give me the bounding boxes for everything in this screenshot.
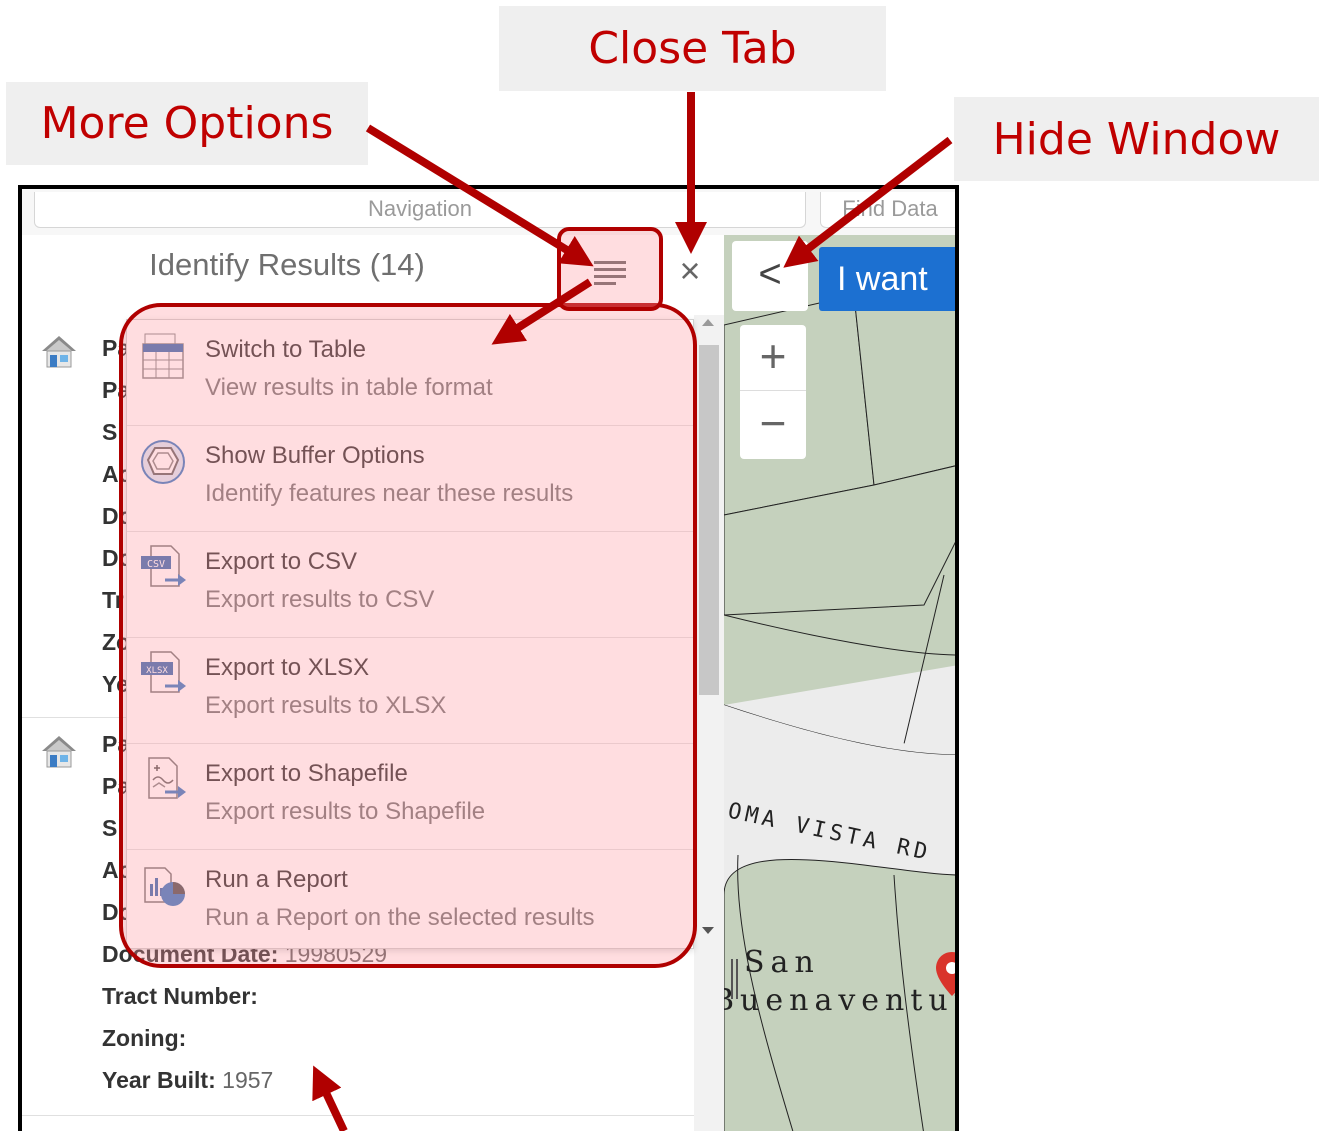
hide-window-button[interactable]: < <box>732 241 808 311</box>
year-built-field: Year Built: 1957 <box>102 1067 274 1093</box>
menu-lines-icon <box>594 261 626 285</box>
menu-item-title: Run a Report <box>205 866 348 893</box>
hide-window-callout: Hide Window <box>954 97 1319 181</box>
close-tab-callout: Close Tab <box>499 6 886 91</box>
csv-export-icon: CSV <box>141 545 186 587</box>
house-icon <box>42 336 76 368</box>
menu-item-show-buffer-options[interactable]: Show Buffer Options Identify features ne… <box>127 426 693 532</box>
callout-text: More Options <box>40 98 334 149</box>
report-icon <box>144 867 185 906</box>
navigation-tab[interactable]: Navigation <box>34 192 806 228</box>
callout-text: Close Tab <box>588 23 797 74</box>
field-label: Ye <box>102 671 129 697</box>
menu-item-run-report[interactable]: Run a Report Run a Report on the selecte… <box>127 850 693 956</box>
more-options-callout: More Options <box>6 82 368 165</box>
shapefile-export-icon <box>148 757 186 799</box>
panel-title: Identify Results (14) <box>149 247 425 282</box>
table-icon <box>142 333 184 379</box>
menu-item-description: Export results to Shapefile <box>205 798 486 825</box>
menu-item-title: Export to Shapefile <box>205 760 408 787</box>
zoning-field: Zoning: <box>102 1025 187 1051</box>
close-tab-button[interactable]: × <box>672 251 708 291</box>
place-label: Buenaventura <box>724 983 955 1018</box>
callout-text: Hide Window <box>992 113 1281 165</box>
i-want-to-button[interactable]: I want <box>819 247 955 311</box>
field-label: Si <box>102 419 124 445</box>
menu-item-export-csv[interactable]: CSV Export to CSV Export results to CSV <box>127 532 693 638</box>
tract-number-field: Tract Number: <box>102 983 258 1009</box>
zoom-in-button[interactable]: + <box>740 325 806 391</box>
map-view[interactable]: < I want + − LOMA VISTA RD San Buenavent… <box>724 235 955 1131</box>
screenshot-frame: Navigation Find Data Identify Results (1… <box>18 185 959 1131</box>
menu-item-title: Export to CSV <box>205 548 358 575</box>
divider <box>22 1115 694 1116</box>
menu-item-description: Identify features near these results <box>205 480 574 507</box>
buffer-icon <box>141 440 185 484</box>
field-label: Si <box>102 815 124 841</box>
field-label: Tr <box>102 587 124 613</box>
results-scrollbar[interactable] <box>694 315 724 1131</box>
menu-item-switch-to-table[interactable]: Switch to Table View results in table fo… <box>127 320 693 426</box>
house-icon <box>42 736 76 768</box>
map-pin-icon <box>936 952 955 996</box>
menu-item-description: View results in table format <box>205 374 493 401</box>
zoom-controls: + − <box>740 325 806 459</box>
identify-results-panel: Identify Results (14) × Pa Pa Si Ac Do D… <box>22 227 724 1131</box>
menu-item-title: Switch to Table <box>205 336 366 363</box>
more-options-button[interactable] <box>590 255 630 291</box>
menu-item-export-shapefile[interactable]: Export to Shapefile Export results to Sh… <box>127 744 693 850</box>
menu-item-title: Show Buffer Options <box>205 442 425 469</box>
resize-handle-icon[interactable] <box>728 959 742 999</box>
menu-item-title: Export to XLSX <box>205 654 370 681</box>
menu-item-description: Run a Report on the selected results <box>205 904 595 931</box>
scroll-down-icon[interactable] <box>702 927 714 934</box>
zoom-out-button[interactable]: − <box>740 392 806 458</box>
xlsx-export-icon: XLSX <box>141 651 186 693</box>
top-nav-bar: Navigation Find Data <box>22 189 955 235</box>
menu-item-description: Export results to CSV <box>205 586 435 613</box>
svg-text:CSV: CSV <box>147 559 165 570</box>
find-data-tab[interactable]: Find Data <box>820 192 955 228</box>
more-options-menu: Switch to Table View results in table fo… <box>126 319 694 949</box>
scroll-up-icon[interactable] <box>702 319 714 326</box>
svg-text:XLSX: XLSX <box>146 666 168 676</box>
menu-item-export-xlsx[interactable]: XLSX Export to XLSX Export results to XL… <box>127 638 693 744</box>
scroll-thumb[interactable] <box>699 345 719 695</box>
place-label: San <box>744 945 820 980</box>
menu-item-description: Export results to XLSX <box>205 692 447 719</box>
